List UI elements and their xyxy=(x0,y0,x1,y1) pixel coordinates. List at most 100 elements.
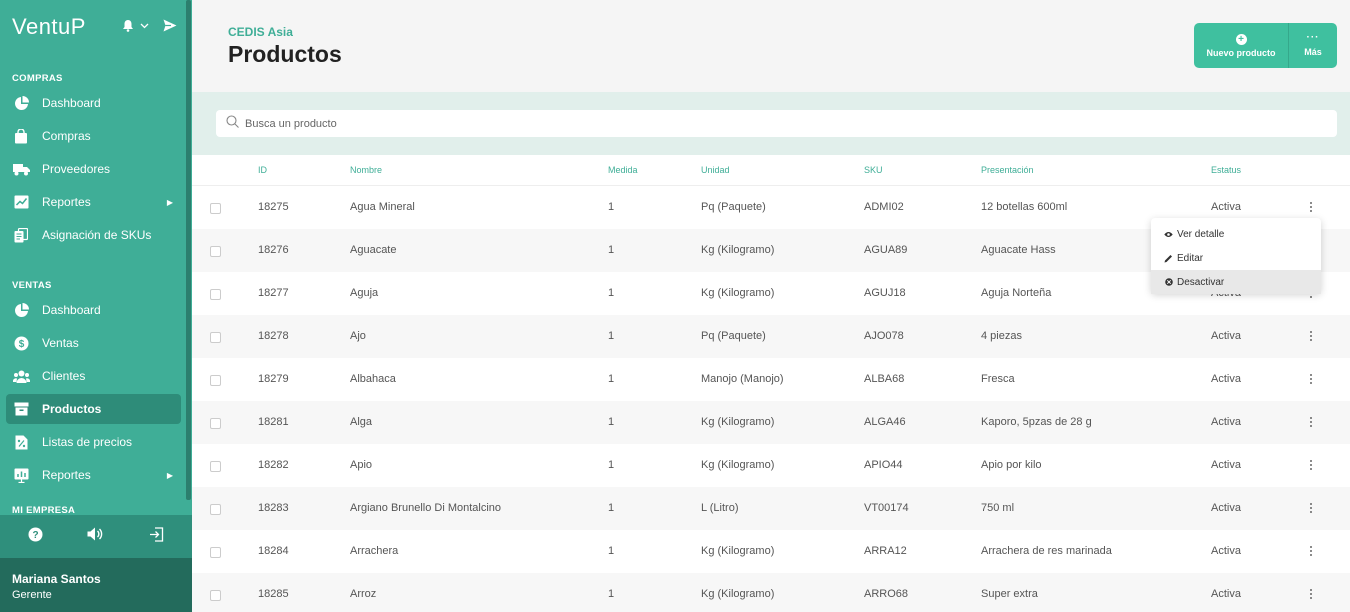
help-icon[interactable]: ? xyxy=(28,527,43,547)
row-checkbox[interactable] xyxy=(210,590,221,601)
kebab-menu-icon[interactable] xyxy=(1304,543,1318,559)
chart-line-icon xyxy=(12,193,30,211)
cell-estatus: Activa xyxy=(1211,201,1241,213)
row-checkbox[interactable] xyxy=(210,289,221,300)
cell-id: 18277 xyxy=(258,287,289,299)
cell-sku: ALGA46 xyxy=(864,416,906,428)
svg-text:$: $ xyxy=(18,339,24,350)
cell-id: 18281 xyxy=(258,416,289,428)
brand-logo: VentuP xyxy=(12,14,86,39)
kebab-menu-icon[interactable] xyxy=(1304,371,1318,387)
table-row[interactable]: 18278 Ajo 1 Pq (Paquete) AJO078 4 piezas Activ… xyxy=(192,315,1350,358)
column-header-name[interactable]: Nombre xyxy=(350,165,382,175)
caret-right-icon: ▶ xyxy=(166,470,173,480)
row-checkbox[interactable] xyxy=(210,461,221,472)
users-icon xyxy=(12,367,30,385)
speaker-icon[interactable] xyxy=(87,527,104,546)
sidebar-item-listas-precios[interactable]: Listas de precios xyxy=(6,427,181,457)
more-button[interactable]: ··· Más xyxy=(1289,23,1337,68)
column-header-sku[interactable]: SKU xyxy=(864,165,883,175)
logout-icon[interactable] xyxy=(149,526,164,547)
cell-sku: APIO44 xyxy=(864,459,903,471)
menu-item-ver-detalle[interactable]: Ver detalle xyxy=(1151,222,1321,246)
table-row[interactable]: 18279 Albahaca 1 Manojo (Manojo) ALBA68 Fresc… xyxy=(192,358,1350,401)
sidebar-item-clientes[interactable]: Clientes xyxy=(6,361,181,391)
sidebar-scrollbar[interactable] xyxy=(186,0,191,500)
menu-item-editar[interactable]: Editar xyxy=(1151,246,1321,270)
search-input[interactable] xyxy=(245,117,845,130)
row-checkbox[interactable] xyxy=(210,332,221,343)
sidebar-item-asignacion-skus[interactable]: Asignación de SKUs xyxy=(6,220,181,250)
user-profile[interactable]: Mariana Santos Gerente xyxy=(0,558,192,612)
row-checkbox[interactable] xyxy=(210,246,221,257)
column-header-presentacion[interactable]: Presentación xyxy=(981,165,1034,175)
table-header: ID Nombre Medida Unidad SKU Presentación… xyxy=(192,155,1350,186)
cell-id: 18276 xyxy=(258,244,289,256)
search-band xyxy=(192,92,1350,155)
pie-chart-icon xyxy=(12,94,30,112)
bell-icon[interactable] xyxy=(122,19,134,32)
column-header-medida[interactable]: Medida xyxy=(608,165,638,175)
sidebar-item-ventas[interactable]: $ Ventas xyxy=(6,328,181,358)
new-product-label: Nuevo producto xyxy=(1206,47,1276,58)
kebab-menu-icon[interactable] xyxy=(1304,586,1318,602)
send-icon[interactable] xyxy=(163,19,177,32)
sidebar-item-productos[interactable]: Productos xyxy=(6,394,181,424)
row-checkbox[interactable] xyxy=(210,418,221,429)
cell-unidad: L (Litro) xyxy=(701,502,739,514)
cell-presentacion: Arrachera de res marinada xyxy=(981,545,1112,557)
table-row[interactable]: 18283 Argiano Brunello Di Montalcino 1 L (L… xyxy=(192,487,1350,530)
sidebar-item-proveedores[interactable]: Proveedores xyxy=(6,154,181,184)
column-header-id[interactable]: ID xyxy=(258,165,267,175)
kebab-menu-icon[interactable] xyxy=(1304,328,1318,344)
svg-text:?: ? xyxy=(33,530,39,541)
sidebar-item-label: Reportes xyxy=(42,195,91,209)
header-actions: + Nuevo producto ··· Más xyxy=(1194,23,1337,68)
kebab-menu-icon[interactable] xyxy=(1304,457,1318,473)
shopping-bag-icon xyxy=(12,127,30,145)
row-checkbox[interactable] xyxy=(210,504,221,515)
cell-name: Arrachera xyxy=(350,545,399,557)
table-row[interactable]: 18282 Apio 1 Kg (Kilogramo) APIO44 Apio por k… xyxy=(192,444,1350,487)
cell-name: Aguja xyxy=(350,287,379,299)
pie-chart-icon xyxy=(12,301,30,319)
row-checkbox[interactable] xyxy=(210,375,221,386)
cell-estatus: Activa xyxy=(1211,459,1241,471)
cell-medida: 1 xyxy=(608,201,615,213)
cell-sku: AGUJ18 xyxy=(864,287,906,299)
cell-name: Apio xyxy=(350,459,373,471)
cell-presentacion: Super extra xyxy=(981,588,1038,600)
sidebar-item-ventas-reportes[interactable]: Reportes ▶ xyxy=(6,460,181,490)
search-box[interactable] xyxy=(216,110,1337,137)
row-checkbox[interactable] xyxy=(210,203,221,214)
sidebar-item-ventas-dashboard[interactable]: Dashboard xyxy=(6,295,181,325)
section-label-compras: COMPRAS xyxy=(12,73,63,84)
sidebar-item-label: Listas de precios xyxy=(42,435,133,449)
kebab-menu-icon[interactable] xyxy=(1304,500,1318,516)
cell-name: Agua Mineral xyxy=(350,201,415,213)
chevron-down-icon[interactable] xyxy=(140,23,149,29)
row-actions-menu: Ver detalle Editar Desactivar xyxy=(1151,218,1321,294)
page-subtitle: CEDIS Asia xyxy=(228,25,293,39)
column-header-estatus[interactable]: Estatus xyxy=(1211,165,1241,175)
sidebar-item-compras[interactable]: Compras xyxy=(6,121,181,151)
user-name: Mariana Santos xyxy=(12,572,101,586)
cell-sku: ADMI02 xyxy=(864,201,904,213)
cell-estatus: Activa xyxy=(1211,545,1241,557)
column-header-unidad[interactable]: Unidad xyxy=(701,165,730,175)
table-row[interactable]: 18285 Arroz 1 Kg (Kilogramo) ARRO68 Super ext… xyxy=(192,573,1350,612)
new-product-button[interactable]: + Nuevo producto xyxy=(1194,23,1289,68)
cell-medida: 1 xyxy=(608,545,615,557)
sidebar-item-compras-dashboard[interactable]: Dashboard xyxy=(6,88,181,118)
kebab-menu-icon[interactable] xyxy=(1304,414,1318,430)
cell-id: 18283 xyxy=(258,502,289,514)
kebab-menu-icon[interactable] xyxy=(1304,199,1318,215)
row-checkbox[interactable] xyxy=(210,547,221,558)
cell-name: Albahaca xyxy=(350,373,396,385)
menu-item-desactivar[interactable]: Desactivar xyxy=(1151,270,1321,294)
pencil-icon xyxy=(1164,254,1173,263)
menu-item-label: Desactivar xyxy=(1177,276,1225,288)
sidebar-item-compras-reportes[interactable]: Reportes ▶ xyxy=(6,187,181,217)
table-row[interactable]: 18281 Alga 1 Kg (Kilogramo) ALGA46 Kaporo, 5p… xyxy=(192,401,1350,444)
table-row[interactable]: 18284 Arrachera 1 Kg (Kilogramo) ARRA12 Arrac… xyxy=(192,530,1350,573)
